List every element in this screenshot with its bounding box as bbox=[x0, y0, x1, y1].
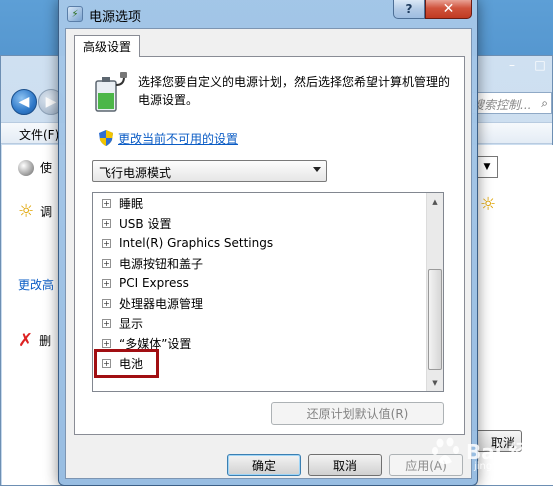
sun-icon: ☼ bbox=[480, 194, 497, 215]
expand-plus-icon[interactable]: + bbox=[102, 318, 111, 328]
tree-item-display[interactable]: + 显示 bbox=[93, 313, 427, 333]
bg-search-input[interactable]: 搜索控制... ⌕ bbox=[467, 92, 552, 114]
bg-row-delete: ✗ 删 bbox=[18, 330, 51, 351]
expand-plus-icon[interactable]: + bbox=[102, 358, 111, 368]
expand-plus-icon[interactable]: + bbox=[102, 258, 111, 268]
bg-row-power: 使 bbox=[18, 159, 52, 176]
tree-item-label: “多媒体”设置 bbox=[119, 336, 192, 351]
power-icon bbox=[18, 159, 34, 176]
tree-item-power-buttons-lid[interactable]: + 电源按钮和盖子 bbox=[93, 253, 427, 273]
bg-dropdown-arrow-icon[interactable]: ▼ bbox=[476, 156, 498, 178]
tree-item-usb[interactable]: + USB 设置 bbox=[93, 213, 427, 233]
help-button[interactable]: ? bbox=[393, 0, 425, 19]
bg-menu-file[interactable]: 文件(F) bbox=[19, 126, 59, 143]
maximize-icon[interactable]: □ bbox=[526, 56, 553, 74]
tree-item-label: USB 设置 bbox=[119, 216, 172, 231]
power-plan-selected-value: 飞行电源模式 bbox=[99, 166, 172, 180]
settings-tree[interactable]: + 睡眠 + USB 设置 + Intel(R) Graphics Settin… bbox=[92, 192, 444, 392]
restore-defaults-button[interactable]: 还原计划默认值(R) bbox=[271, 402, 444, 425]
bg-change-advanced-link[interactable]: 更改高 bbox=[18, 276, 54, 293]
cancel-button[interactable]: 取消 bbox=[308, 454, 382, 476]
expand-plus-icon[interactable]: + bbox=[102, 298, 111, 308]
delete-x-icon: ✗ bbox=[18, 330, 34, 351]
tree-item-processor-power[interactable]: + 处理器电源管理 bbox=[93, 293, 427, 313]
advanced-settings-panel: 选择您要自定义的电源计划，然后选择您希望计算机管理的电源设置。 更改当前不可用的… bbox=[74, 56, 465, 435]
expand-plus-icon[interactable]: + bbox=[102, 338, 111, 348]
tree-item-multimedia[interactable]: + “多媒体”设置 bbox=[93, 333, 427, 353]
settings-tree-list: + 睡眠 + USB 设置 + Intel(R) Graphics Settin… bbox=[93, 193, 427, 373]
tree-item-sleep[interactable]: + 睡眠 bbox=[93, 193, 427, 213]
change-unavailable-settings-link[interactable]: 更改当前不可用的设置 bbox=[118, 130, 238, 147]
tree-item-label: 电源按钮和盖子 bbox=[119, 256, 204, 271]
expand-plus-icon[interactable]: + bbox=[102, 278, 111, 288]
chevron-down-icon bbox=[313, 167, 321, 172]
title-bar[interactable]: ⚡ 电源选项 ? ✕ bbox=[59, 0, 477, 28]
dialog-title: 电源选项 bbox=[89, 10, 142, 25]
bg-row-brightness: ☼ 调 bbox=[18, 201, 52, 222]
bg-window-controls: –□✕ bbox=[498, 56, 553, 74]
expand-plus-icon[interactable]: + bbox=[102, 198, 111, 208]
dialog-body: 高级设置 选择您要自定义的电源计划，然后选择您希望计算机管理的电源设置。 更改当… bbox=[65, 28, 472, 479]
bg-row1-text: 使 bbox=[40, 161, 53, 175]
tree-item-label: 睡眠 bbox=[119, 196, 144, 211]
tree-item-battery[interactable]: + 电池 bbox=[93, 353, 427, 373]
power-options-icon: ⚡ bbox=[67, 6, 83, 22]
expand-plus-icon[interactable]: + bbox=[102, 238, 111, 248]
bg-row3-text[interactable]: 删 bbox=[39, 332, 51, 349]
search-icon[interactable]: ⌕ bbox=[541, 96, 548, 111]
power-options-dialog: ⚡ 电源选项 ? ✕ 高级设置 选择您要自定义的电源计划，然后选择您希望计算机管… bbox=[58, 0, 478, 486]
close-button[interactable]: ✕ bbox=[425, 0, 472, 19]
bg-row2-text: 调 bbox=[40, 205, 53, 219]
tree-scrollbar[interactable]: ▲ ▼ bbox=[426, 193, 443, 391]
tree-item-intel-graphics[interactable]: + Intel(R) Graphics Settings bbox=[93, 233, 427, 253]
tree-item-label: Intel(R) Graphics Settings bbox=[119, 236, 274, 250]
battery-plug-icon bbox=[95, 72, 127, 112]
expand-plus-icon[interactable]: + bbox=[102, 218, 111, 228]
baidu-watermark: Bai 经验 jingyan.baidu.com bbox=[430, 428, 553, 480]
scrollbar-thumb[interactable] bbox=[428, 269, 442, 370]
power-plan-select[interactable]: 飞行电源模式 bbox=[92, 160, 327, 182]
watermark-subtext: jingyan.baidu.com bbox=[474, 461, 553, 472]
uac-shield-icon bbox=[99, 130, 113, 146]
baidu-paw-icon bbox=[432, 437, 459, 464]
tree-item-label: 电池 bbox=[119, 356, 144, 371]
tab-advanced-settings[interactable]: 高级设置 bbox=[74, 35, 141, 57]
scroll-down-icon[interactable]: ▼ bbox=[427, 374, 443, 391]
minimize-icon[interactable]: – bbox=[498, 56, 526, 74]
scroll-up-icon[interactable]: ▲ bbox=[427, 193, 443, 210]
back-arrow-icon[interactable]: ◀ bbox=[11, 89, 37, 115]
tree-item-label: 处理器电源管理 bbox=[119, 296, 204, 311]
intro-text: 选择您要自定义的电源计划，然后选择您希望计算机管理的电源设置。 bbox=[138, 75, 451, 107]
bg-search-placeholder: 搜索控制... bbox=[472, 98, 532, 112]
tree-item-label: PCI Express bbox=[119, 276, 189, 290]
tree-item-pci-express[interactable]: + PCI Express bbox=[93, 273, 427, 293]
tree-item-label: 显示 bbox=[119, 316, 144, 331]
ok-button[interactable]: 确定 bbox=[227, 454, 301, 476]
sun-icon: ☼ bbox=[18, 201, 35, 222]
